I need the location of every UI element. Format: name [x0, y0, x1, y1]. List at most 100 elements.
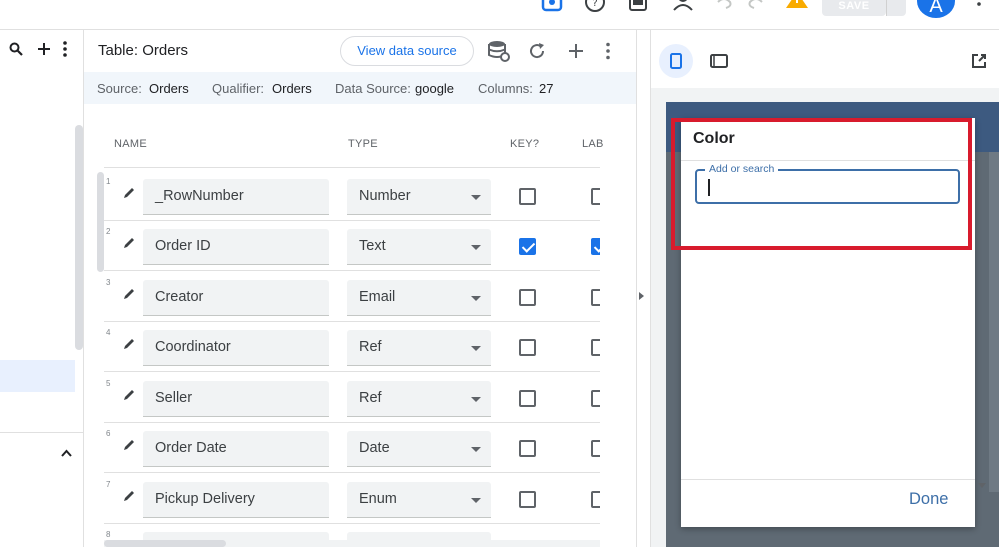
- undo-icon[interactable]: [712, 0, 736, 18]
- column-name-field[interactable]: Pickup Delivery: [143, 482, 329, 518]
- preview-app-icon[interactable]: [540, 0, 564, 18]
- color-picker-dialog: Color Add or search Done: [681, 118, 975, 527]
- dialog-title: Color: [693, 130, 735, 147]
- view-data-source-button[interactable]: View data source: [340, 36, 474, 66]
- label-checkbox[interactable]: [591, 289, 600, 306]
- dropdown-caret-icon: [471, 498, 481, 503]
- column-type-value: Date: [359, 440, 390, 456]
- key-checkbox[interactable]: [519, 289, 536, 306]
- table-row: 2 Order ID Text: [104, 220, 600, 271]
- avatar[interactable]: A: [917, 0, 955, 18]
- key-checkbox[interactable]: [519, 440, 536, 457]
- table-row: 8: [104, 523, 600, 540]
- warning-icon[interactable]: [785, 0, 809, 18]
- key-checkbox[interactable]: [519, 339, 536, 356]
- edit-icon[interactable]: [122, 236, 136, 250]
- table-info-bar: Source: Orders Qualifier: Orders Data So…: [84, 72, 637, 104]
- dialog-divider: [681, 160, 975, 161]
- column-name-field[interactable]: Order Date: [143, 431, 329, 467]
- collapse-arrow-icon[interactable]: [639, 292, 644, 300]
- column-type-select[interactable]: Number: [347, 179, 491, 215]
- dropdown-caret-icon: [471, 447, 481, 452]
- column-name-field[interactable]: Coordinator: [143, 330, 329, 366]
- tablet-icon[interactable]: [710, 54, 728, 68]
- data-source-label: Data Source:: [335, 81, 411, 96]
- column-name-field[interactable]: Seller: [143, 381, 329, 417]
- done-button[interactable]: Done: [909, 490, 948, 509]
- edit-icon[interactable]: [122, 388, 136, 402]
- redo-icon[interactable]: [744, 0, 768, 18]
- refresh-icon[interactable]: [528, 42, 546, 60]
- column-type-value: Email: [359, 289, 396, 305]
- column-type-select[interactable]: Ref: [347, 330, 491, 366]
- nav-selected-item[interactable]: [0, 360, 75, 392]
- add-column-icon[interactable]: [568, 43, 584, 59]
- source-value: Orders: [149, 81, 189, 96]
- copy-icon[interactable]: [626, 0, 650, 18]
- share-icon[interactable]: [671, 0, 695, 18]
- key-checkbox[interactable]: [519, 390, 536, 407]
- column-type-select[interactable]: Date: [347, 431, 491, 467]
- search-icon[interactable]: [9, 42, 23, 56]
- rows-vertical-scrollbar[interactable]: [97, 172, 104, 272]
- left-navigation-panel: [0, 30, 84, 547]
- label-checkbox[interactable]: [591, 238, 600, 255]
- source-label: Source:: [97, 81, 142, 96]
- row-number: 3: [106, 278, 111, 287]
- column-name-field[interactable]: [143, 532, 329, 540]
- column-type-value: Ref: [359, 339, 382, 355]
- key-checkbox[interactable]: [519, 188, 536, 205]
- scrollbar-thumb[interactable]: [104, 540, 226, 547]
- more-vert-icon[interactable]: [60, 41, 70, 57]
- label-checkbox[interactable]: [591, 491, 600, 508]
- edit-icon[interactable]: [122, 186, 136, 200]
- save-options-dropdown[interactable]: [886, 0, 906, 16]
- header-type: TYPE: [348, 138, 378, 150]
- add-or-search-field[interactable]: Add or search: [695, 163, 960, 204]
- scroll-down-arrow-icon[interactable]: [978, 483, 986, 488]
- mobile-view-button[interactable]: [659, 44, 693, 78]
- dialog-footer-divider: [681, 479, 975, 480]
- help-icon[interactable]: ?: [583, 0, 607, 18]
- nav-scrollbar[interactable]: [75, 125, 83, 350]
- column-type-value: Number: [359, 188, 411, 204]
- add-icon[interactable]: [37, 42, 51, 56]
- column-type-value: Ref: [359, 390, 382, 406]
- dropdown-caret-icon: [471, 296, 481, 301]
- data-source-value: google: [415, 81, 455, 96]
- label-checkbox[interactable]: [591, 440, 600, 457]
- row-number: 6: [106, 429, 111, 438]
- column-type-select[interactable]: Ref: [347, 381, 491, 417]
- row-number: 4: [106, 328, 111, 337]
- dropdown-caret-icon: [471, 245, 481, 250]
- column-name-field[interactable]: Creator: [143, 280, 329, 316]
- search-input[interactable]: [706, 177, 946, 197]
- edit-icon[interactable]: [122, 287, 136, 301]
- edit-icon[interactable]: [122, 337, 136, 351]
- pane-divider: [636, 30, 637, 547]
- column-type-select[interactable]: Enum: [347, 482, 491, 518]
- open-in-new-icon[interactable]: [971, 53, 987, 69]
- key-checkbox[interactable]: [519, 491, 536, 508]
- row-number: 1: [106, 177, 111, 186]
- column-name-field[interactable]: Order ID: [143, 229, 329, 265]
- label-checkbox[interactable]: [591, 339, 600, 356]
- save-button[interactable]: SAVE: [822, 0, 886, 16]
- label-checkbox[interactable]: [591, 188, 600, 205]
- column-name-field[interactable]: _RowNumber: [143, 179, 329, 215]
- nav-divider: [0, 432, 84, 433]
- dropdown-caret-icon: [471, 397, 481, 402]
- edit-icon[interactable]: [122, 489, 136, 503]
- database-settings-icon[interactable]: [488, 40, 510, 62]
- key-checkbox[interactable]: [519, 238, 536, 255]
- chevron-up-icon[interactable]: [61, 449, 72, 457]
- rows-horizontal-scrollbar[interactable]: [104, 540, 600, 547]
- more-vert-icon[interactable]: [603, 42, 613, 60]
- column-type-select[interactable]: Email: [347, 280, 491, 316]
- column-type-select[interactable]: [347, 532, 491, 540]
- label-checkbox[interactable]: [591, 390, 600, 407]
- table-header: Table: Orders View data source: [84, 30, 637, 72]
- column-type-select[interactable]: Text: [347, 229, 491, 265]
- edit-icon[interactable]: [122, 438, 136, 452]
- more-vert-icon[interactable]: [974, 0, 984, 10]
